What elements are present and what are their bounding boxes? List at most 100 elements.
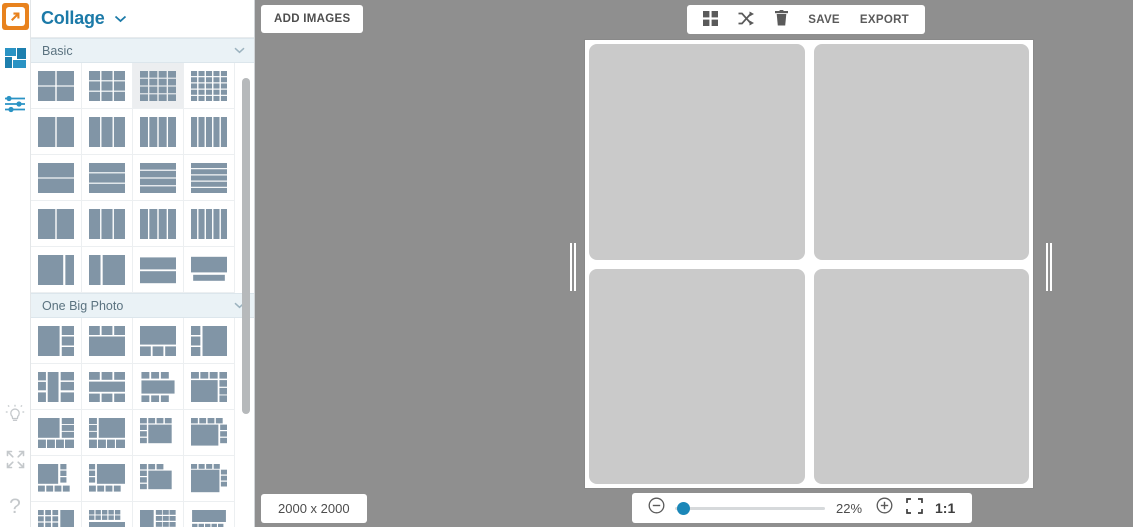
section-label: One Big Photo	[42, 298, 124, 313]
layout-obp-15[interactable]	[133, 456, 184, 502]
layout-obp-11[interactable]	[133, 410, 184, 456]
canvas-resize-handle-left[interactable]	[569, 243, 578, 291]
zoom-slider-thumb[interactable]	[677, 501, 690, 515]
layout-obp-12[interactable]	[184, 410, 235, 456]
layout-obp-5[interactable]	[31, 364, 82, 410]
layout-grid-2x2[interactable]	[31, 63, 82, 109]
zoom-ratio-button[interactable]: 1:1	[929, 500, 963, 516]
panel-header: Collage	[31, 0, 254, 38]
toolbar-save-button[interactable]: SAVE	[798, 5, 850, 34]
layout-obp-6[interactable]	[82, 364, 133, 410]
workspace: ADD IMAGES SAVE EXPORT 2000 x 2000 22% 1…	[256, 0, 1133, 527]
layout-obp-16[interactable]	[184, 456, 235, 502]
app-logo[interactable]	[1, 3, 29, 30]
zoom-in-button[interactable]	[869, 493, 899, 523]
templates-scroll-area[interactable]: Basic One Big Photo	[31, 38, 254, 527]
layout-obp-2[interactable]	[82, 318, 133, 364]
trash-icon	[775, 10, 789, 29]
toolbar-delete-button[interactable]	[765, 5, 798, 34]
fit-to-screen-button[interactable]	[899, 493, 929, 523]
layout-obp-9[interactable]	[31, 410, 82, 456]
zoom-slider-track	[675, 506, 825, 510]
layout-obp-19[interactable]	[133, 502, 184, 527]
lightbulb-idea-icon	[5, 404, 25, 429]
chevron-down-icon[interactable]	[114, 11, 127, 26]
layout-obp-14[interactable]	[82, 456, 133, 502]
layout-obp-18[interactable]	[82, 502, 133, 527]
layout-obp-17[interactable]	[31, 502, 82, 527]
shuffle-icon	[738, 11, 755, 29]
icon-rail: ?	[0, 0, 31, 527]
canvas-size-chip[interactable]: 2000 x 2000	[261, 494, 367, 523]
layout-grid-5x5[interactable]	[184, 63, 235, 109]
panel-scrollbar-thumb[interactable]	[242, 78, 250, 414]
layout-col-4[interactable]	[133, 155, 184, 201]
rail-item-adjust[interactable]	[0, 83, 31, 129]
collage-canvas[interactable]	[585, 40, 1033, 488]
layout-big-top-thin-bottom[interactable]	[184, 247, 235, 293]
sliders-adjust-icon	[4, 95, 26, 118]
rail-item-fullscreen[interactable]	[0, 439, 31, 485]
collage-cell-2[interactable]	[813, 44, 1029, 260]
layout-obp-13[interactable]	[31, 456, 82, 502]
section-header-one-big-photo[interactable]: One Big Photo	[31, 293, 254, 318]
page-title: Collage	[41, 8, 105, 28]
panel-scrollbar-track[interactable]	[242, 38, 252, 527]
zoom-slider[interactable]	[675, 493, 825, 523]
fit-to-screen-icon	[905, 497, 923, 519]
layout-obp-3[interactable]	[133, 318, 184, 364]
layout-wide-col-3[interactable]	[82, 201, 133, 247]
layout-stack-equal-2[interactable]	[133, 247, 184, 293]
question-mark-help-icon: ?	[9, 494, 21, 518]
layout-col-3[interactable]	[82, 155, 133, 201]
section-label: Basic	[42, 43, 73, 58]
layout-grid-3x3[interactable]	[82, 63, 133, 109]
zoom-out-icon	[648, 497, 665, 519]
zoom-out-button[interactable]	[641, 493, 671, 523]
layout-wide-col-4[interactable]	[133, 201, 184, 247]
layout-grid-4x4[interactable]	[133, 63, 184, 109]
layout-obp-8[interactable]	[184, 364, 235, 410]
canvas-toolbar: SAVE EXPORT	[687, 5, 925, 34]
collage-templates-panel: Collage Basic One Big Photo	[31, 0, 255, 527]
add-images-button[interactable]: ADD IMAGES	[261, 5, 364, 33]
toolbar-shuffle-button[interactable]	[728, 5, 765, 34]
layout-big-left-narrow-right[interactable]	[31, 247, 82, 293]
section-tiles-0	[31, 63, 254, 293]
layout-obp-1[interactable]	[31, 318, 82, 364]
layout-wide-col-2[interactable]	[31, 201, 82, 247]
rail-item-tips[interactable]	[0, 393, 31, 439]
section-header-basic[interactable]: Basic	[31, 38, 254, 63]
collage-cell-1[interactable]	[589, 44, 805, 260]
collage-cell-3[interactable]	[589, 268, 805, 484]
section-tiles-1	[31, 318, 254, 527]
arrow-diagonal-logo-icon	[5, 7, 25, 26]
layout-narrow-left-big-right[interactable]	[82, 247, 133, 293]
canvas-resize-handle-right[interactable]	[1045, 243, 1054, 291]
sections-root: Basic One Big Photo	[31, 38, 254, 527]
toolbar-layout-button[interactable]	[693, 5, 728, 34]
layout-row-2[interactable]	[31, 109, 82, 155]
collage-editor-app: ? Collage Basic One Big Photo ADD IMAGES	[0, 0, 1133, 527]
collage-cell-4[interactable]	[813, 268, 1029, 484]
zoom-in-icon	[876, 497, 893, 519]
zoom-controls: 22% 1:1	[632, 493, 973, 523]
rail-item-help[interactable]: ?	[0, 485, 31, 527]
layout-col-5[interactable]	[184, 155, 235, 201]
toolbar-export-button[interactable]: EXPORT	[850, 5, 919, 34]
zoom-percent-label: 22%	[835, 500, 863, 516]
layout-obp-7[interactable]	[133, 364, 184, 410]
rail-item-collage[interactable]	[0, 37, 31, 83]
layout-row-5[interactable]	[184, 109, 235, 155]
expand-arrows-icon	[6, 450, 25, 474]
collage-grid-icon	[4, 47, 26, 73]
layout-obp-10[interactable]	[82, 410, 133, 456]
grid-squares-icon	[703, 10, 719, 29]
layout-row-3[interactable]	[82, 109, 133, 155]
layout-col-2[interactable]	[31, 155, 82, 201]
layout-wide-col-5[interactable]	[184, 201, 235, 247]
layout-obp-20[interactable]	[184, 502, 235, 527]
layout-row-4[interactable]	[133, 109, 184, 155]
collage-cells-grid	[589, 44, 1029, 484]
layout-obp-4[interactable]	[184, 318, 235, 364]
